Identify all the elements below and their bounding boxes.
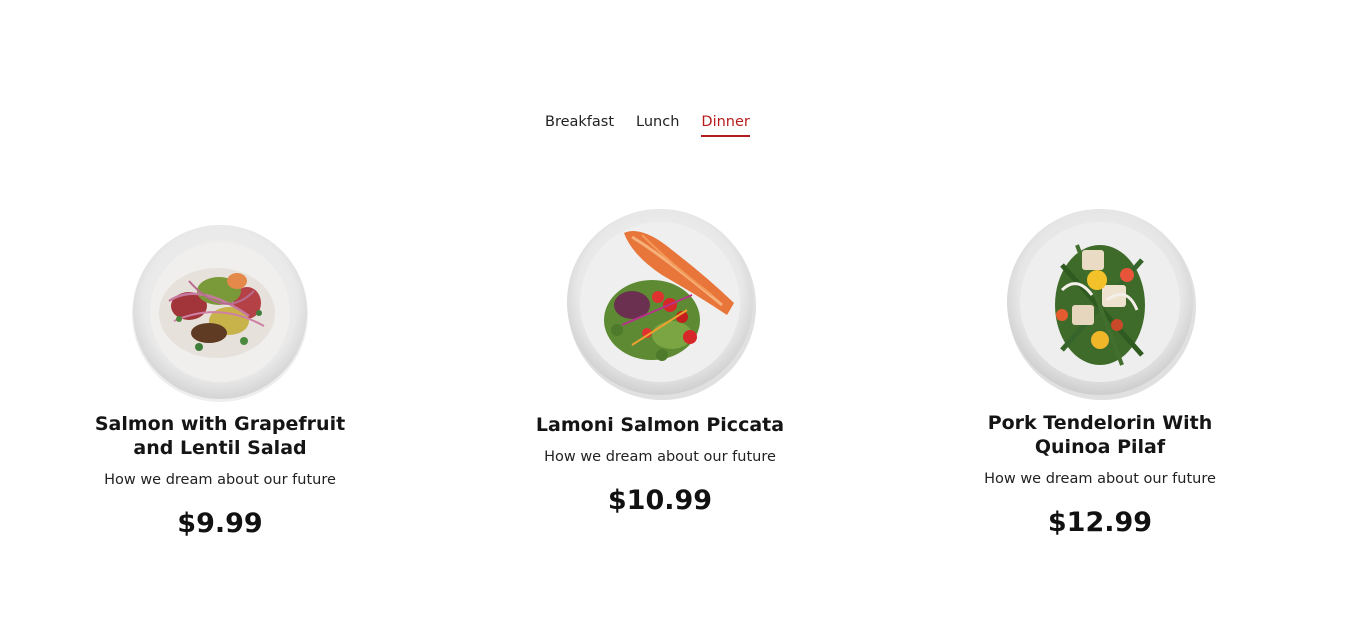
salad-plate-image [129, 221, 311, 403]
item-subtitle: How we dream about our future [104, 472, 336, 488]
tab-breakfast[interactable]: Breakfast [545, 112, 614, 137]
item-title: Pork Tendelorin With Quinoa Pilaf [987, 412, 1213, 458]
menu-page: Breakfast Lunch Dinner Salmon with Grape… [0, 0, 1346, 625]
item-price: $10.99 [607, 485, 713, 516]
item-title: Salmon with Grapefruit and Lentil Salad [94, 413, 346, 459]
item-price: $9.99 [177, 508, 263, 539]
tab-dinner[interactable]: Dinner [701, 112, 750, 137]
item-subtitle: How we dream about our future [544, 449, 776, 465]
menu-tabs: Breakfast Lunch Dinner [0, 112, 1346, 137]
menu-item-card[interactable]: Lamoni Salmon Piccata How we dream about… [510, 205, 810, 517]
item-title: Lamoni Salmon Piccata [535, 414, 785, 436]
menu-item-card[interactable]: Pork Tendelorin With Quinoa Pilaf How we… [950, 205, 1250, 539]
tab-lunch[interactable]: Lunch [636, 112, 679, 137]
item-subtitle: How we dream about our future [984, 471, 1216, 487]
salmon-plate-image [562, 205, 758, 401]
item-price: $12.99 [1047, 507, 1153, 538]
menu-item-card[interactable]: Salmon with Grapefruit and Lentil Salad … [70, 205, 370, 540]
pork-plate-image [1002, 205, 1198, 401]
